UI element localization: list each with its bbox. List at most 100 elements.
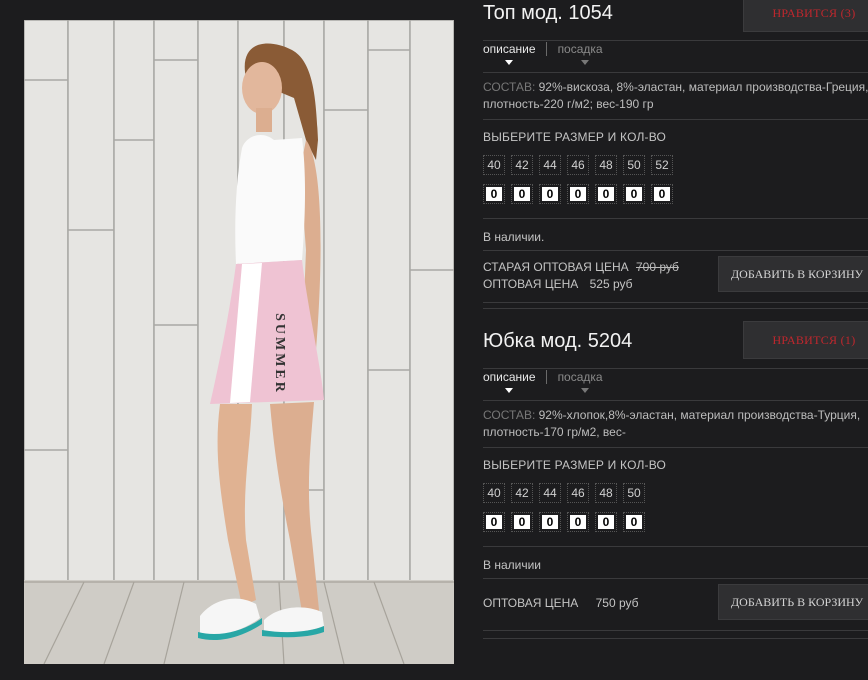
product-tabs: описание посадка — [483, 370, 613, 393]
quantity-cell — [511, 512, 533, 532]
quantity-cell — [483, 184, 505, 204]
size-option[interactable]: 44 — [539, 155, 561, 175]
quantity-input[interactable] — [486, 515, 502, 529]
quantity-input[interactable] — [626, 515, 642, 529]
quantity-input[interactable] — [570, 515, 586, 529]
quantity-list — [483, 184, 679, 204]
quantity-cell — [623, 184, 645, 204]
divider — [483, 546, 868, 547]
quantity-cell — [595, 184, 617, 204]
size-option[interactable]: 40 — [483, 483, 505, 503]
divider — [483, 218, 868, 219]
divider — [483, 578, 868, 579]
tab-description[interactable]: описание — [483, 370, 547, 393]
size-heading: ВЫБЕРИТЕ РАЗМЕР И КОЛ-ВО — [483, 458, 667, 472]
size-option[interactable]: 44 — [539, 483, 561, 503]
composition-line1: 92%-вискоза, 8%-эластан, материал произв… — [538, 80, 868, 94]
quantity-cell — [651, 184, 673, 204]
divider — [483, 447, 868, 448]
tab-fit[interactable]: посадка — [547, 42, 613, 65]
model-photo-illustration — [24, 20, 454, 664]
size-option[interactable]: 50 — [623, 155, 645, 175]
composition-label: СОСТАВ: — [483, 80, 536, 94]
quantity-cell — [567, 184, 589, 204]
tab-description-label: описание — [483, 370, 536, 384]
stock-status: В наличии — [483, 558, 542, 572]
add-to-cart-button[interactable]: ДОБАВИТЬ В КОРЗИНУ — [718, 256, 868, 292]
quantity-cell — [567, 512, 589, 532]
divider — [483, 630, 868, 631]
skirt-print-label: SUMMER — [272, 313, 287, 395]
composition-line1: 92%-хлопок,8%-эластан, материал производ… — [538, 408, 861, 422]
tab-description[interactable]: описание — [483, 42, 547, 65]
composition-line2: плотность-170 гр/м2, вес- — [483, 425, 626, 439]
old-price-value: 700 руб — [636, 260, 679, 274]
product-photo[interactable]: SUMMER — [24, 20, 454, 664]
size-option[interactable]: 46 — [567, 483, 589, 503]
skirt-print-text: SUMMER — [262, 288, 296, 420]
divider — [483, 302, 868, 303]
quantity-cell — [483, 512, 505, 532]
size-option[interactable]: 48 — [595, 483, 617, 503]
arrow-down-icon — [580, 388, 589, 393]
like-button[interactable]: НРАВИТСЯ (3) — [743, 0, 868, 32]
size-option[interactable]: 42 — [511, 483, 533, 503]
quantity-input[interactable] — [514, 187, 530, 201]
divider — [483, 308, 868, 309]
price-block: ОПТОВАЯ ЦЕНА 750 руб — [483, 595, 639, 612]
quantity-input[interactable] — [542, 515, 558, 529]
divider — [483, 40, 868, 41]
divider — [483, 250, 868, 251]
old-price-label: СТАРАЯ ОПТОВАЯ ЦЕНА — [483, 260, 629, 274]
arrow-down-icon — [505, 388, 513, 393]
quantity-input[interactable] — [654, 187, 670, 201]
quantity-input[interactable] — [570, 187, 586, 201]
quantity-cell — [539, 184, 561, 204]
quantity-input[interactable] — [486, 187, 502, 201]
divider — [483, 400, 868, 401]
size-heading: ВЫБЕРИТЕ РАЗМЕР И КОЛ-ВО — [483, 130, 667, 144]
size-option[interactable]: 50 — [623, 483, 645, 503]
quantity-list — [483, 512, 651, 532]
price-block: СТАРАЯ ОПТОВАЯ ЦЕНА 700 руб ОПТОВАЯ ЦЕНА… — [483, 259, 679, 293]
divider — [483, 368, 868, 369]
size-option[interactable]: 42 — [511, 155, 533, 175]
quantity-cell — [511, 184, 533, 204]
arrow-down-icon — [580, 60, 589, 65]
tab-fit-label: посадка — [557, 370, 603, 384]
composition-text: СОСТАВ: 92%-вискоза, 8%-эластан, материа… — [483, 79, 868, 113]
size-option[interactable]: 46 — [567, 155, 589, 175]
divider — [483, 72, 868, 73]
quantity-input[interactable] — [514, 515, 530, 529]
divider — [483, 638, 868, 639]
quantity-input[interactable] — [598, 515, 614, 529]
quantity-cell — [539, 512, 561, 532]
size-option[interactable]: 40 — [483, 155, 505, 175]
price-label: ОПТОВАЯ ЦЕНА — [483, 277, 579, 291]
size-option[interactable]: 52 — [651, 155, 673, 175]
size-option[interactable]: 48 — [595, 155, 617, 175]
tab-description-label: описание — [483, 42, 536, 56]
quantity-input[interactable] — [542, 187, 558, 201]
price-label: ОПТОВАЯ ЦЕНА — [483, 596, 579, 610]
quantity-cell — [623, 512, 645, 532]
quantity-cell — [595, 512, 617, 532]
size-list: 40 42 44 46 48 50 52 — [483, 155, 679, 175]
like-button[interactable]: НРАВИТСЯ (1) — [743, 321, 868, 359]
product-title[interactable]: Юбка мод. 5204 — [483, 330, 632, 353]
price-value: 750 руб — [595, 596, 639, 610]
tab-fit-label: посадка — [557, 42, 603, 56]
arrow-down-icon — [505, 60, 513, 65]
quantity-input[interactable] — [626, 187, 642, 201]
divider — [483, 119, 868, 120]
product-tabs: описание посадка — [483, 42, 613, 65]
composition-line2: плотность-220 г/м2; вес-190 гр — [483, 97, 654, 111]
size-list: 40 42 44 46 48 50 — [483, 483, 651, 503]
price-value: 525 руб — [589, 277, 633, 291]
quantity-input[interactable] — [598, 187, 614, 201]
add-to-cart-button[interactable]: ДОБАВИТЬ В КОРЗИНУ — [718, 584, 868, 620]
composition-label: СОСТАВ: — [483, 408, 536, 422]
product-title[interactable]: Топ мод. 1054 — [483, 2, 613, 25]
tab-fit[interactable]: посадка — [547, 370, 613, 393]
stock-status: В наличии. — [483, 230, 545, 244]
